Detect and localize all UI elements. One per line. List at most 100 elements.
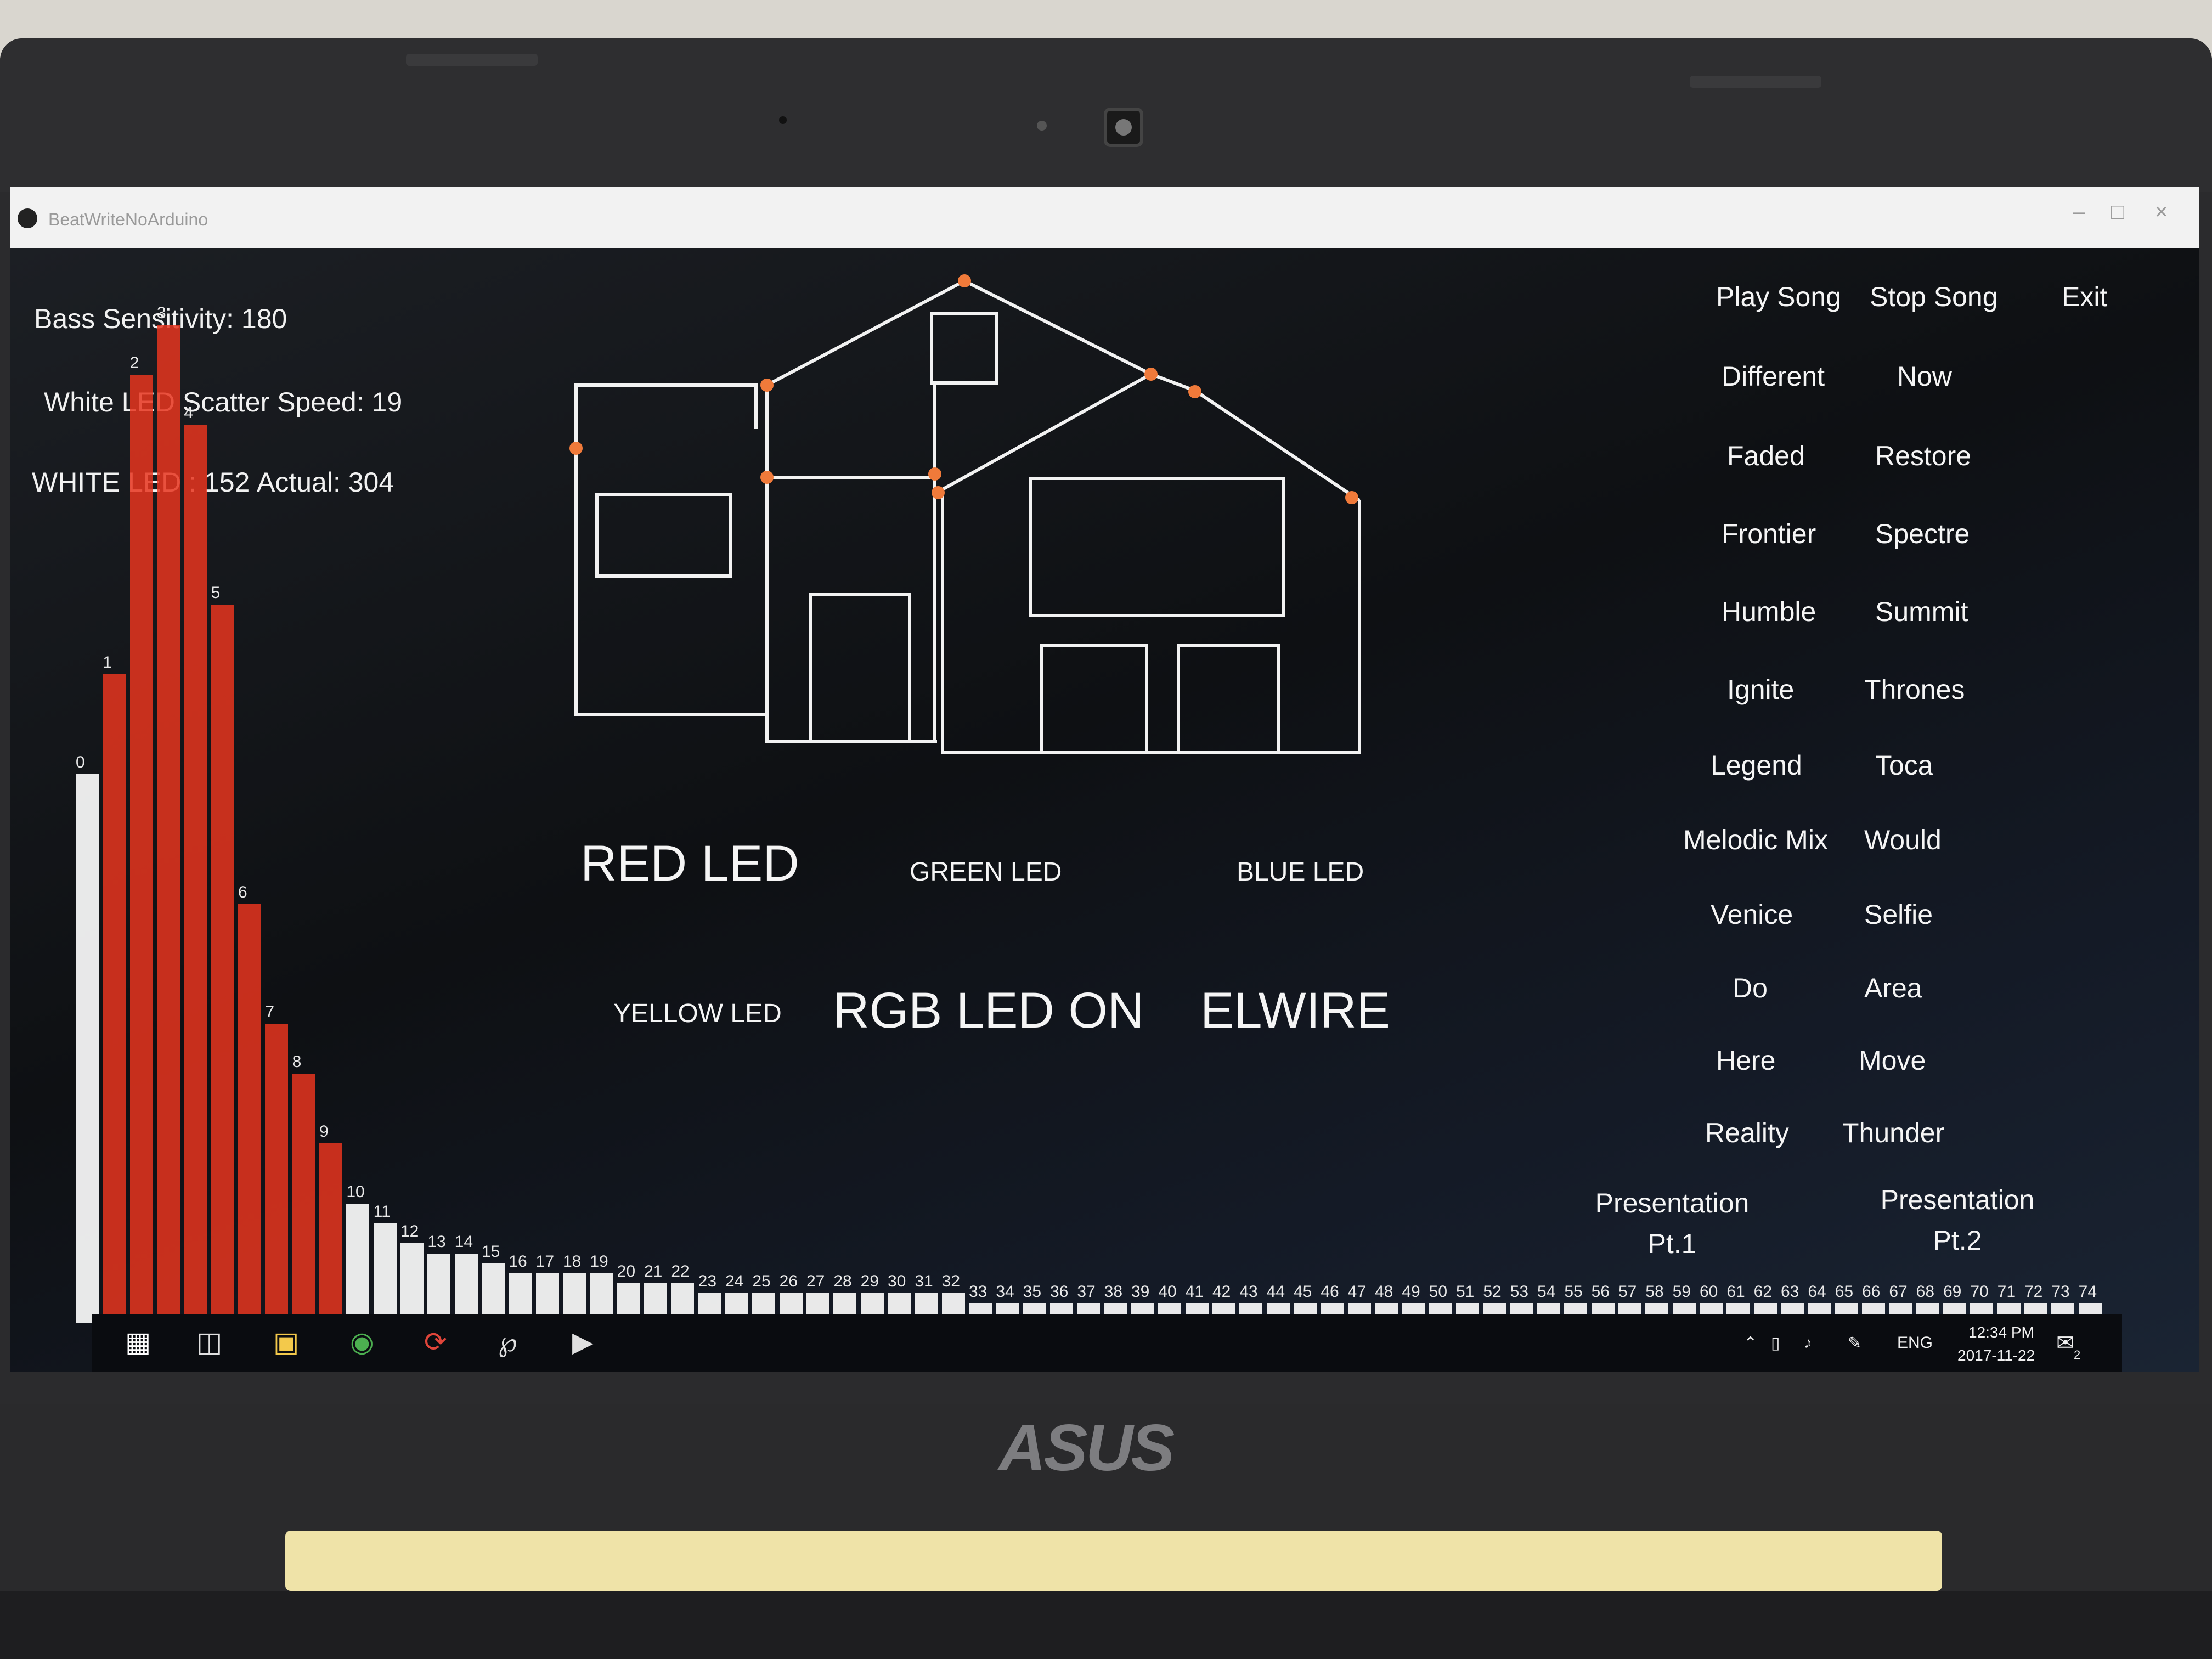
song-selfie[interactable]: Selfie (1864, 899, 1933, 930)
song-do[interactable]: Do (1733, 972, 1768, 1004)
node-roof-peak (958, 274, 971, 287)
spectrum-label-37: 37 (1077, 1282, 1096, 1301)
spectrum-label-18: 18 (563, 1252, 582, 1271)
elwire-button[interactable]: ELWIRE (1200, 982, 1390, 1040)
spectrum-label-8: 8 (292, 1053, 302, 1071)
spectrum-label-35: 35 (1023, 1282, 1042, 1301)
clock-date[interactable]: 2017-11-22 (1957, 1347, 2035, 1364)
song-ignite[interactable]: Ignite (1727, 674, 1794, 706)
spectrum-bar-7 (265, 1024, 289, 1323)
spectrum-label-7: 7 (265, 1003, 275, 1021)
house-right-lower-left-window (1040, 644, 1148, 754)
stop-song-button[interactable]: Stop Song (1870, 281, 1998, 313)
spectrum-bar-14 (454, 1253, 478, 1323)
song-reality[interactable]: Reality (1705, 1117, 1789, 1149)
spectrum-label-13: 13 (427, 1232, 446, 1251)
presentation-pt1-button[interactable]: Presentation Pt.1 (1590, 1187, 1754, 1260)
refresh-app-icon[interactable]: ⟳ (424, 1326, 447, 1358)
spectrum-label-9: 9 (319, 1122, 329, 1141)
green-led-button[interactable]: GREEN LED (910, 857, 1062, 887)
pen-icon[interactable]: ✎ (1848, 1334, 1861, 1353)
task-view-icon[interactable]: ◫ (196, 1326, 222, 1358)
processing-icon[interactable]: ℘ (498, 1326, 517, 1358)
song-move[interactable]: Move (1859, 1045, 1926, 1076)
spectrum-label-38: 38 (1104, 1282, 1123, 1301)
file-explorer-icon[interactable]: ▣ (273, 1326, 299, 1358)
song-legend[interactable]: Legend (1711, 749, 1802, 781)
song-here[interactable]: Here (1716, 1045, 1775, 1076)
spectrum-label-6: 6 (238, 883, 247, 901)
song-frontier[interactable]: Frontier (1722, 518, 1816, 550)
song-melodic-mix[interactable]: Melodic Mix (1683, 824, 1828, 856)
tray-chevron-icon[interactable]: ⌃ (1743, 1334, 1757, 1353)
spectrum-label-66: 66 (1862, 1282, 1881, 1301)
house-attic-window (930, 312, 998, 385)
spectrum-label-42: 42 (1212, 1282, 1231, 1301)
song-venice[interactable]: Venice (1711, 899, 1793, 930)
rgb-led-button[interactable]: RGB LED ON (833, 982, 1144, 1040)
song-restore[interactable]: Restore (1875, 440, 1971, 472)
presentation-pt2-button[interactable]: Presentation Pt.2 (1875, 1184, 2040, 1256)
close-icon[interactable]: × (2155, 200, 2168, 224)
minimize-icon[interactable]: – (2073, 200, 2085, 224)
spectrum-label-47: 47 (1347, 1282, 1367, 1301)
chrome-icon[interactable]: ◉ (350, 1326, 374, 1358)
spectrum-bar-11 (373, 1223, 397, 1323)
windows-start-icon[interactable]: ▦ (125, 1326, 151, 1358)
spectrum-label-50: 50 (1429, 1282, 1448, 1301)
spectrum-label-36: 36 (1050, 1282, 1069, 1301)
song-toca[interactable]: Toca (1875, 749, 1933, 781)
window-title: BeatWriteNoArduino (48, 210, 208, 229)
song-area[interactable]: Area (1864, 972, 1922, 1004)
laptop-lower-edge (0, 1591, 2212, 1659)
spectrum-label-60: 60 (1700, 1282, 1718, 1301)
spectrum-bar-8 (292, 1074, 315, 1323)
exit-button[interactable]: Exit (2062, 281, 2107, 313)
spectrum-label-19: 19 (590, 1252, 608, 1271)
spectrum-bar-5 (211, 604, 234, 1323)
spectrum-label-12: 12 (400, 1222, 419, 1241)
spectrum-bar-6 (238, 904, 261, 1323)
spectrum-label-39: 39 (1131, 1282, 1150, 1301)
running-app-icon[interactable]: ▶ (572, 1326, 593, 1358)
song-humble[interactable]: Humble (1722, 596, 1816, 628)
spectrum-label-54: 54 (1537, 1282, 1556, 1301)
spectrum-label-72: 72 (2024, 1282, 2043, 1301)
battery-icon[interactable]: ▯ (1771, 1334, 1780, 1353)
spectrum-label-1: 1 (103, 653, 112, 672)
clock-time[interactable]: 12:34 PM (1968, 1324, 2034, 1341)
node-left-roof (760, 379, 774, 392)
house-left-roof (574, 383, 758, 429)
spectrum-label-22: 22 (671, 1262, 690, 1281)
spectrum-bar-12 (400, 1243, 424, 1323)
spectrum-label-28: 28 (833, 1272, 852, 1291)
song-now[interactable]: Now (1897, 360, 1952, 392)
song-different[interactable]: Different (1722, 360, 1825, 392)
play-song-button[interactable]: Play Song (1716, 281, 1841, 313)
yellow-led-button[interactable]: YELLOW LED (613, 998, 782, 1029)
spectrum-label-69: 69 (1943, 1282, 1962, 1301)
volume-icon[interactable]: ♪ (1804, 1334, 1812, 1352)
spectrum-label-10: 10 (346, 1182, 365, 1201)
spectrum-label-65: 65 (1835, 1282, 1854, 1301)
song-spectre[interactable]: Spectre (1875, 518, 1970, 550)
red-led-button[interactable]: RED LED (580, 835, 799, 893)
song-summit[interactable]: Summit (1875, 596, 1968, 628)
language-indicator[interactable]: ENG (1897, 1334, 1933, 1352)
spectrum-label-21: 21 (644, 1262, 663, 1281)
node-right-wall (1345, 491, 1358, 504)
blue-led-button[interactable]: BLUE LED (1237, 857, 1364, 887)
notification-icon[interactable]: ✉ (2056, 1330, 2075, 1356)
spectrum-label-43: 43 (1239, 1282, 1258, 1301)
spectrum-label-63: 63 (1781, 1282, 1799, 1301)
song-faded[interactable]: Faded (1727, 440, 1805, 472)
house-right-upper-window (1029, 477, 1285, 617)
spectrum-label-61: 61 (1726, 1282, 1745, 1301)
song-would[interactable]: Would (1864, 824, 1942, 856)
maximize-icon[interactable]: □ (2111, 200, 2124, 224)
spectrum-label-16: 16 (509, 1252, 527, 1271)
spectrum-label-57: 57 (1618, 1282, 1637, 1301)
song-thrones[interactable]: Thrones (1864, 674, 1965, 706)
song-thunder[interactable]: Thunder (1842, 1117, 1944, 1149)
node-right-roof (1188, 385, 1201, 398)
